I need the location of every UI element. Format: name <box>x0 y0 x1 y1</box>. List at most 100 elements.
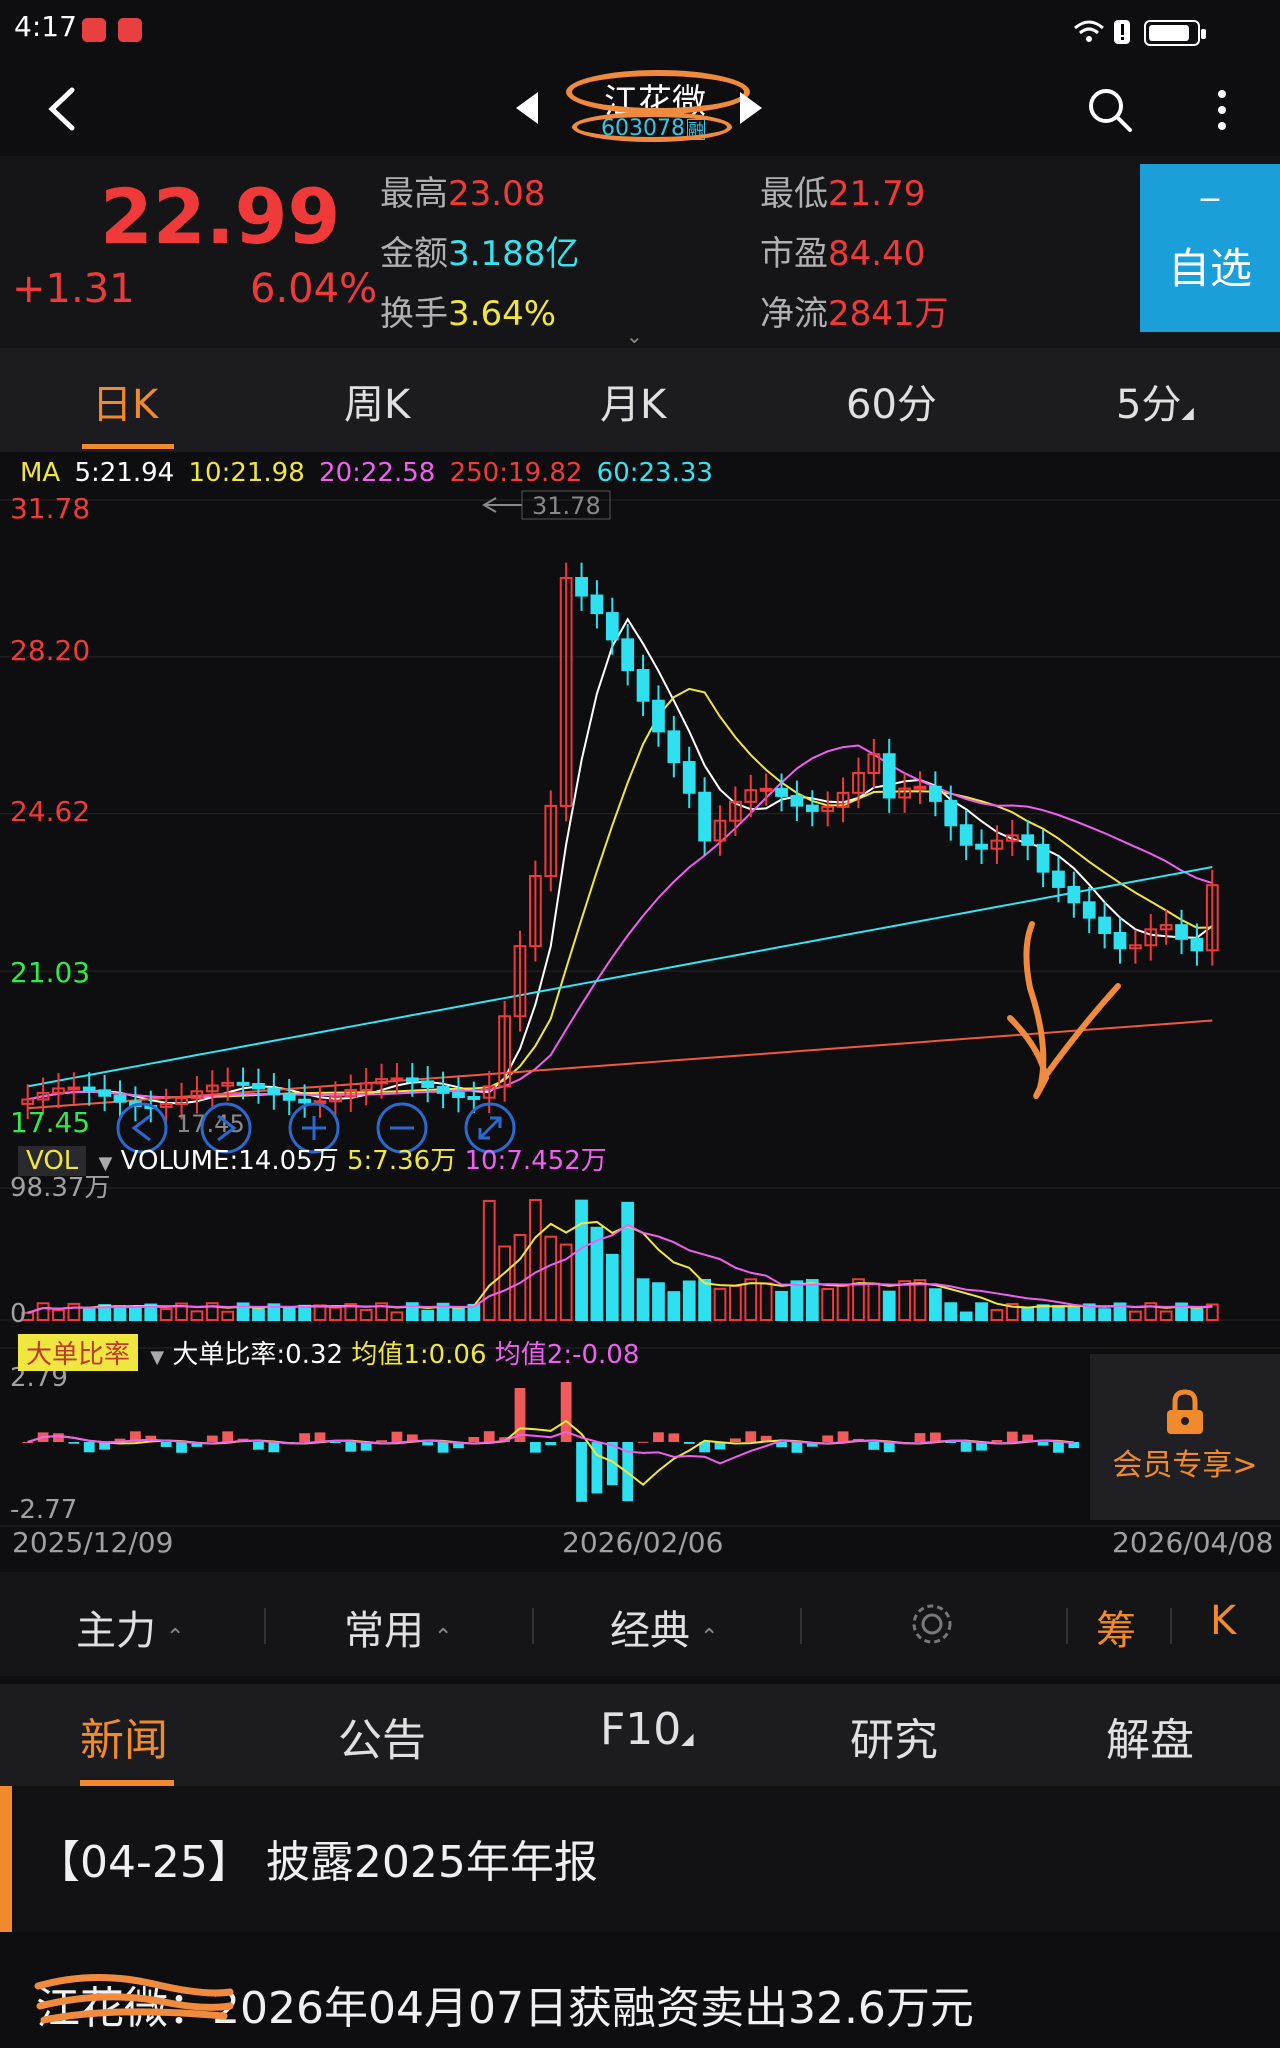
watchlist-button[interactable]: − 自选 <box>1140 164 1280 332</box>
volume-bar <box>621 1201 635 1322</box>
tab-60min[interactable]: 60分 <box>846 372 937 430</box>
tab-daily-k[interactable]: 日K <box>92 372 158 430</box>
big-order-bar <box>730 1438 741 1442</box>
candle-body <box>421 1080 435 1088</box>
tab-news[interactable]: 新闻 <box>80 1704 168 1768</box>
big-order-bar <box>883 1442 895 1453</box>
x-tick-end: 2026/04/08 <box>1112 1526 1274 1559</box>
k-switch-button[interactable]: K <box>1210 1598 1236 1644</box>
candle-body <box>67 1086 81 1091</box>
candle-body <box>652 699 665 733</box>
tab-monthly-k[interactable]: 月K <box>600 372 666 430</box>
indicator-main-force[interactable]: 主力 ⌃ <box>76 1598 184 1656</box>
tab-announcement[interactable]: 公告 <box>338 1704 426 1768</box>
notification-app-icon <box>82 18 106 42</box>
candle-body <box>882 753 896 799</box>
lock-icon <box>1167 1389 1203 1434</box>
volume-bar <box>1036 1304 1050 1321</box>
y-tick-min: 17.45 <box>10 1106 90 1139</box>
candle-body <box>929 785 942 802</box>
back-icon[interactable] <box>40 84 90 134</box>
indicator-common[interactable]: 常用 ⌃ <box>344 1598 452 1656</box>
redaction-scribble <box>572 112 732 142</box>
candle-body <box>113 1094 127 1103</box>
volume-bar <box>359 1308 373 1321</box>
y-tick-3: 24.62 <box>10 795 90 828</box>
settings-gear-icon[interactable] <box>908 1600 956 1648</box>
big-order-bar <box>53 1433 64 1442</box>
candle-body <box>759 787 773 792</box>
tab-analysis[interactable]: 解盘 <box>1106 1704 1194 1768</box>
quote-field-low: 最低21.79 <box>760 174 926 214</box>
stock-header: 江花微 603078 融 <box>0 64 1280 156</box>
search-icon[interactable] <box>1086 86 1134 134</box>
volume-bar <box>698 1278 712 1321</box>
volume-bar <box>944 1302 958 1321</box>
vip-only-overlay[interactable]: 会员专享> <box>1090 1354 1280 1520</box>
candle-body <box>267 1087 281 1096</box>
volume-indicator-tag[interactable]: VOL <box>18 1146 87 1176</box>
candles <box>21 562 1219 1123</box>
ma10-line <box>27 687 1213 1101</box>
candle-body <box>1098 916 1111 934</box>
volume-bar <box>1190 1308 1204 1321</box>
tab-research[interactable]: 研究 <box>850 1704 938 1768</box>
status-time: 4:17 <box>14 10 77 43</box>
candle-body <box>590 594 604 615</box>
volume-bar <box>759 1282 773 1321</box>
volume-bar <box>898 1280 912 1322</box>
big-order-bar <box>68 1442 80 1444</box>
watchlist-minus-icon: − <box>1197 182 1223 217</box>
volume-bar <box>421 1309 435 1321</box>
news-title[interactable]: 【04-25】 披露2025年年报 <box>36 1826 598 1890</box>
big-order-bar <box>868 1442 880 1450</box>
chip-distribution-button[interactable]: 筹 <box>1096 1598 1136 1656</box>
candle-body <box>1190 937 1204 952</box>
x-tick-mid: 2026/02/06 <box>562 1526 724 1559</box>
big-order-bar <box>222 1431 234 1442</box>
redaction-scribble <box>566 70 750 114</box>
candle-body <box>605 612 619 641</box>
candle-body <box>621 638 635 672</box>
big-order-bar <box>176 1442 187 1453</box>
big-order-indicator-tag[interactable]: 大单比率 <box>18 1334 139 1371</box>
indicator-classic[interactable]: 经典 ⌃ <box>610 1598 718 1656</box>
volume-bar <box>867 1282 881 1321</box>
volume-bar <box>498 1245 512 1321</box>
volume-bar <box>790 1280 804 1321</box>
candle-body <box>636 669 650 702</box>
volume-bar <box>882 1290 896 1321</box>
quote-field-high: 最高23.08 <box>380 174 546 214</box>
volume-bar <box>482 1199 496 1321</box>
volume-bar <box>821 1288 835 1321</box>
volume-bar <box>729 1284 742 1322</box>
volume-bar <box>529 1199 542 1322</box>
tab-f10[interactable]: F10◢ <box>600 1704 694 1755</box>
volume-legend: VOL ▼ VOLUME:14.05万 5:7.36万 10:7.452万 <box>18 1140 607 1177</box>
candle-body <box>682 761 696 794</box>
volume-bar <box>82 1307 96 1322</box>
expand-chevron-icon[interactable]: ⌄ <box>626 324 643 348</box>
big-order-bar <box>376 1440 387 1442</box>
candle-body <box>1113 931 1127 950</box>
active-tab-underline <box>82 444 174 449</box>
candle-body <box>405 1077 419 1083</box>
tab-5min[interactable]: 5分◢ <box>1116 372 1194 430</box>
volume-bar <box>682 1280 696 1321</box>
candle-body <box>1082 901 1096 919</box>
big-order-bar <box>745 1431 757 1442</box>
more-icon[interactable] <box>1210 86 1234 134</box>
kline-chart[interactable]: 31.78 28.20 24.62 21.03 17.45 31.78 17.4… <box>0 488 1280 1558</box>
big-order-bar <box>468 1436 480 1442</box>
status-bar: 4:17 <box>0 0 1280 64</box>
candle-body <box>1036 843 1050 873</box>
redaction-scribble <box>34 1973 234 2024</box>
volume-bar <box>605 1253 619 1321</box>
candle-body <box>913 785 927 790</box>
watchlist-label: 自选 <box>1167 244 1252 293</box>
volume-bar <box>975 1302 988 1322</box>
prev-stock-icon[interactable] <box>512 90 542 126</box>
tab-weekly-k[interactable]: 周K <box>344 372 410 430</box>
next-stock-icon[interactable] <box>736 90 766 126</box>
candle-body <box>698 791 712 842</box>
